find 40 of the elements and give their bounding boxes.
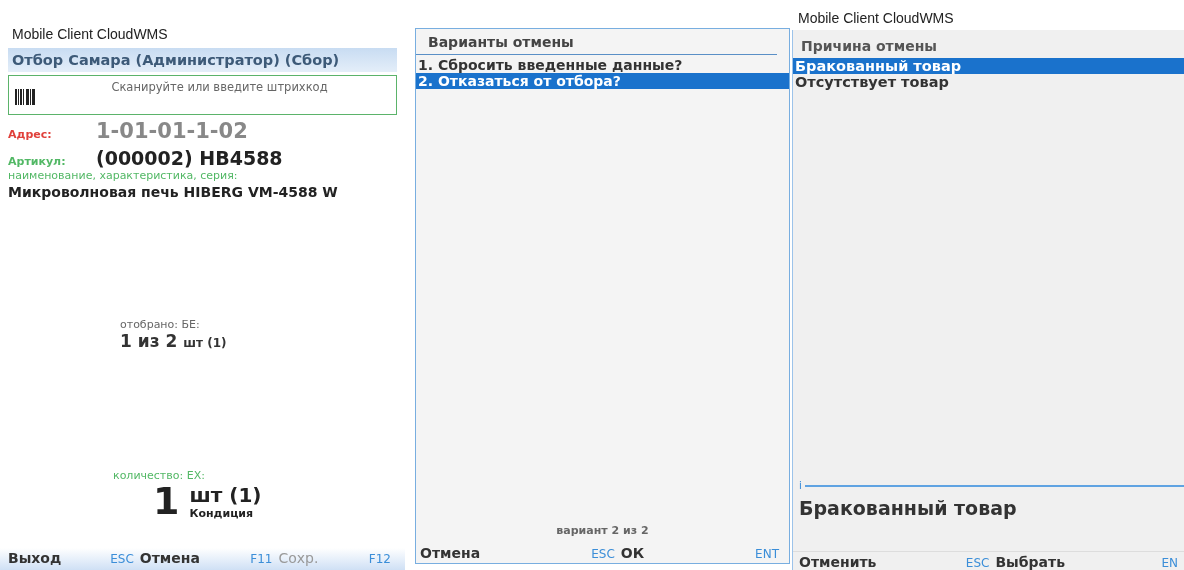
address-value: 1-01-01-1-02: [96, 119, 248, 143]
dialog-title: Варианты отмены: [416, 29, 777, 55]
field-label: Артикул:: [8, 155, 67, 168]
info-mark: i: [799, 480, 802, 491]
counter-text: вариант 2 из 2: [555, 524, 650, 539]
option-item[interactable]: 2. Отказаться от отбора?: [416, 73, 789, 89]
softkey-button[interactable]: ОК: [620, 545, 645, 561]
softkey-button[interactable]: Отмена: [420, 545, 481, 561]
key-hint: EN: [1160, 556, 1178, 570]
app-title: Mobile Client CloudWMS: [11, 25, 169, 44]
product-name: Микроволновая печь HIBERG VM-4588 W: [8, 184, 339, 200]
field-label: наименование, характеристика, серия:: [8, 169, 239, 182]
field-label: отобрано: БЕ:: [120, 318, 201, 331]
softkey-button[interactable]: Выбрать: [995, 554, 1065, 570]
article-value: (000002) HB4588: [96, 147, 283, 169]
unit-text: шт (1): [183, 336, 227, 350]
key-hint: ENT: [754, 547, 780, 561]
condition-text: Кондиция: [189, 507, 255, 520]
unit-text: шт (1): [189, 483, 262, 507]
reason-item[interactable]: Бракованный товар: [793, 58, 1184, 74]
softkey-button[interactable]: Отмена: [139, 550, 200, 566]
field-label: количество: ЕХ:: [113, 469, 206, 482]
key-hint: ESC: [109, 552, 135, 566]
key-hint: ESC: [590, 547, 616, 561]
key-hint: ESC: [964, 556, 991, 570]
quantity-value: 1: [153, 482, 180, 520]
detail-text: Бракованный товар: [798, 496, 1018, 521]
reason-item[interactable]: Отсутствует товар: [793, 74, 1184, 90]
barcode-field[interactable]: Сканируйте или введите штрихкод: [8, 75, 397, 115]
key-hint: F11: [249, 552, 274, 566]
barcode-icon: [15, 89, 37, 105]
picked-value: 1 из 2: [120, 331, 178, 351]
list-header: Причина отмены: [800, 37, 938, 56]
screen-header: Отбор Самара (Администратор) (Сбор): [8, 48, 397, 72]
app-title: Mobile Client CloudWMS: [797, 9, 955, 28]
softkey-button[interactable]: Выход: [8, 550, 62, 566]
field-label: Адрес:: [8, 128, 53, 141]
softkey-button[interactable]: Отменить: [799, 554, 877, 570]
option-item[interactable]: 1. Сбросить введенные данные?: [416, 57, 789, 73]
key-hint: F12: [367, 552, 392, 566]
